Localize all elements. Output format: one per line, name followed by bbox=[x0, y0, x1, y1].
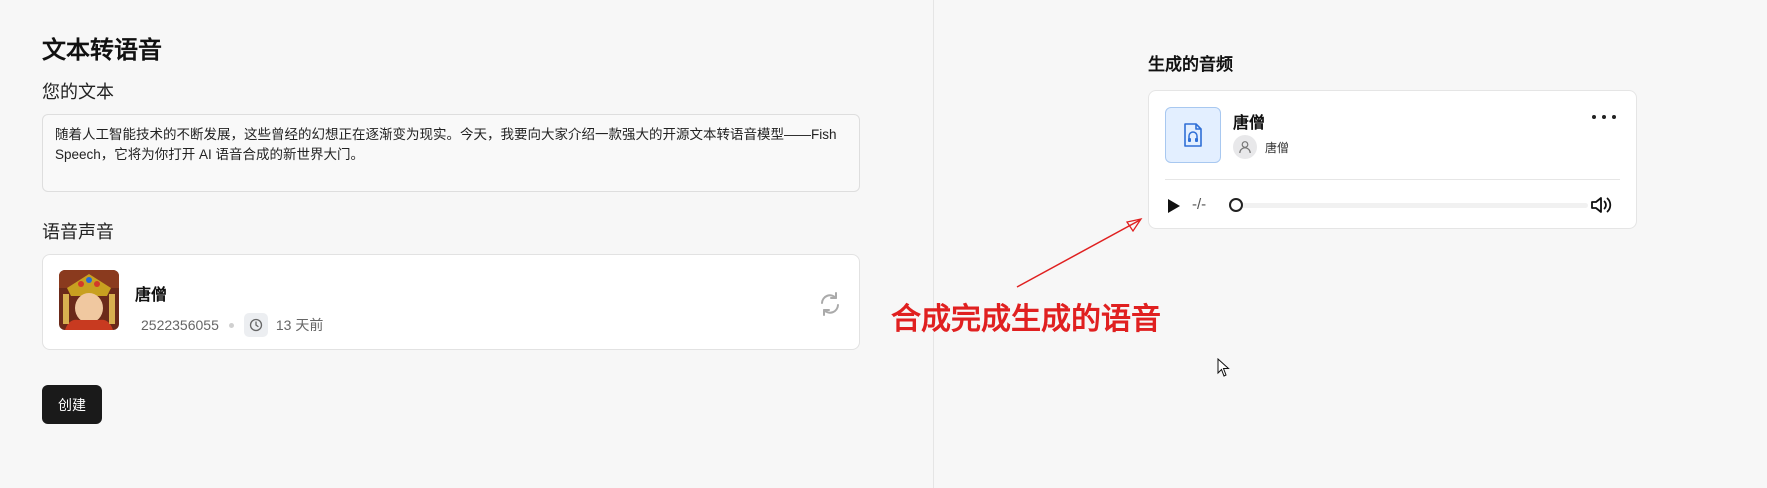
refresh-icon[interactable] bbox=[817, 291, 843, 317]
voice-avatar bbox=[59, 270, 119, 330]
voice-time: 13 天前 bbox=[275, 317, 324, 333]
voice-label: 语音声音 bbox=[42, 222, 114, 242]
audio-user: 唐僧 bbox=[1233, 135, 1289, 159]
play-icon[interactable] bbox=[1165, 197, 1183, 215]
clock-icon bbox=[243, 313, 268, 337]
audio-user-name: 唐僧 bbox=[1265, 140, 1290, 155]
audio-divider bbox=[1165, 179, 1620, 180]
user-icon bbox=[1233, 135, 1257, 159]
generated-audio-title: 生成的音频 bbox=[1148, 55, 1233, 74]
voice-meta: 2522356055 13 天前 bbox=[141, 313, 323, 337]
voice-card[interactable]: 唐僧 2522356055 13 天前 bbox=[42, 254, 860, 350]
audio-name: 唐僧 bbox=[1233, 115, 1266, 132]
progress-track[interactable] bbox=[1233, 203, 1588, 208]
volume-icon[interactable] bbox=[1590, 195, 1614, 215]
mouse-cursor-icon bbox=[1217, 358, 1230, 377]
more-options-icon[interactable] bbox=[1592, 109, 1616, 125]
meta-separator bbox=[228, 322, 234, 328]
page-title: 文本转语音 bbox=[42, 37, 162, 64]
left-pane: 文本转语音 您的文本 随着人工智能技术的不断发展，这些曾经的幻想正在逐渐变为现实… bbox=[0, 0, 933, 488]
audio-card: 唐僧 唐僧 -/- bbox=[1148, 90, 1637, 229]
right-pane: 生成的音频 唐僧 唐僧 -/- 合成完成生成的语音 bbox=[891, 0, 1767, 488]
progress-thumb[interactable] bbox=[1229, 198, 1243, 212]
voice-name: 唐僧 bbox=[135, 287, 168, 304]
audio-file-icon bbox=[1165, 107, 1221, 163]
create-button[interactable]: 创建 bbox=[42, 385, 102, 424]
time-display: -/- bbox=[1192, 196, 1207, 213]
annotation-arrow bbox=[1016, 218, 1143, 288]
voice-id: 2522356055 bbox=[141, 317, 219, 333]
text-input[interactable]: 随着人工智能技术的不断发展，这些曾经的幻想正在逐渐变为现实。今天，我要向大家介绍… bbox=[42, 114, 860, 192]
text-label: 您的文本 bbox=[42, 82, 114, 102]
annotation-text: 合成完成生成的语音 bbox=[891, 303, 1161, 336]
